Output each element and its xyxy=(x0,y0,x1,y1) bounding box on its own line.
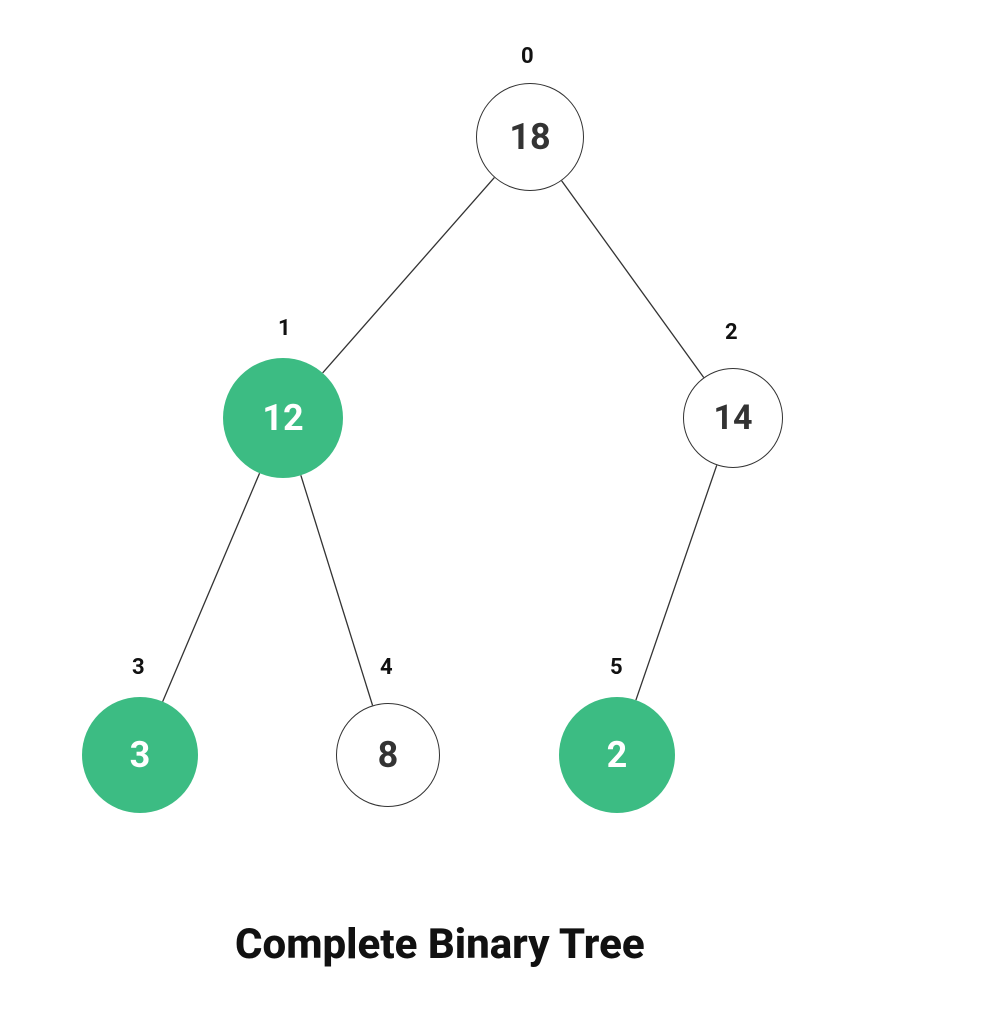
tree-edge xyxy=(301,475,373,705)
tree-node-3: 3 xyxy=(82,697,198,813)
tree-node-5: 2 xyxy=(559,697,675,813)
tree-node-index: 2 xyxy=(725,320,738,345)
binary-tree-diagram: Complete Binary Tree 18 0 12 1 14 2 3 3 8 4 2 5 xyxy=(0,0,993,1024)
diagram-title: Complete Binary Tree xyxy=(235,920,645,969)
tree-node-0: 18 xyxy=(476,83,584,191)
tree-node-value: 18 xyxy=(509,116,550,158)
tree-node-index: 4 xyxy=(380,655,393,680)
tree-node-value: 12 xyxy=(262,397,303,439)
tree-edge xyxy=(163,473,260,701)
tree-node-1: 12 xyxy=(223,358,343,478)
tree-node-index: 3 xyxy=(132,655,145,680)
tree-node-4: 8 xyxy=(336,703,440,807)
tree-node-index: 1 xyxy=(278,316,291,341)
tree-node-index: 0 xyxy=(521,44,534,69)
tree-edge xyxy=(323,178,495,373)
tree-edge xyxy=(562,181,704,378)
tree-node-value: 8 xyxy=(378,734,399,776)
tree-edge xyxy=(636,465,717,700)
tree-node-index: 5 xyxy=(610,655,623,680)
tree-node-2: 14 xyxy=(683,368,783,468)
tree-node-value: 14 xyxy=(713,398,752,438)
tree-node-value: 3 xyxy=(130,734,151,776)
tree-node-value: 2 xyxy=(607,734,628,776)
